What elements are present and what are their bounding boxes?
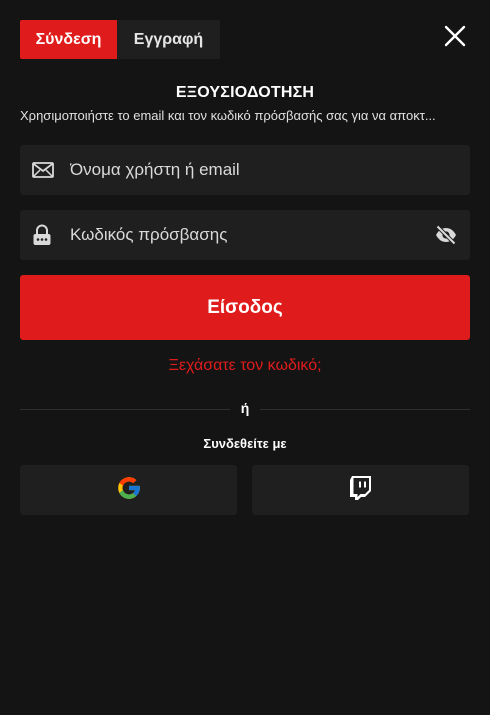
- envelope-icon: [32, 159, 54, 181]
- or-divider: ή: [20, 399, 470, 419]
- subtitle: Χρησιμοποιήστε το email και τον κωδικό π…: [20, 108, 436, 123]
- username-field[interactable]: [20, 145, 470, 195]
- auth-tabs: Σύνδεση Εγγραφή: [20, 20, 220, 59]
- google-icon: [116, 475, 142, 506]
- username-input[interactable]: [68, 159, 470, 181]
- lock-icon: [32, 224, 54, 246]
- eye-off-icon[interactable]: [434, 223, 458, 247]
- google-login-button[interactable]: [20, 465, 237, 515]
- forgot-password-link[interactable]: Ξεχάσατε τον κωδικό;: [0, 357, 490, 375]
- divider-line-right: [260, 409, 470, 410]
- password-field[interactable]: [20, 210, 470, 260]
- tab-register[interactable]: Εγγραφή: [117, 20, 220, 59]
- password-input[interactable]: [68, 224, 434, 246]
- login-button[interactable]: Είσοδος: [20, 275, 470, 340]
- twitch-icon: [349, 475, 372, 505]
- divider-text: ή: [240, 400, 250, 416]
- twitch-login-button[interactable]: [252, 465, 469, 515]
- tab-login[interactable]: Σύνδεση: [20, 20, 117, 59]
- social-login-label: Συνδεθείτε με: [203, 436, 287, 451]
- close-icon[interactable]: [443, 24, 467, 48]
- page-title: ΕΞΟΥΣΙΟΔΟΤΗΣΗ: [175, 84, 315, 101]
